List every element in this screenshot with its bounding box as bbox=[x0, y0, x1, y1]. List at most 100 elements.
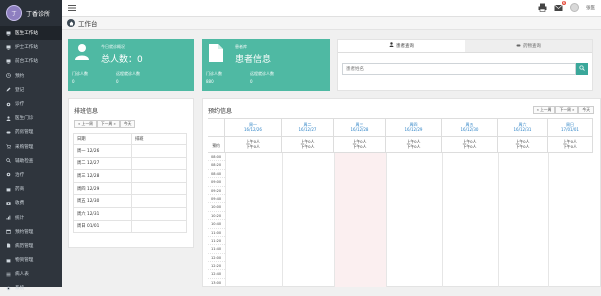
tab-patient-label: 患者查询 bbox=[396, 43, 414, 49]
time-slot-label: 09:40 bbox=[208, 195, 225, 204]
schedule-shift-cell[interactable] bbox=[131, 144, 187, 158]
clinic-logo: 丁 bbox=[6, 5, 22, 21]
search-icon bbox=[579, 65, 585, 73]
page-header: 工作台 bbox=[62, 17, 601, 30]
time-slot-label: 11:20 bbox=[208, 237, 225, 246]
notification-badge: 6 bbox=[561, 1, 566, 5]
sidebar-item[interactable]: 登记 bbox=[0, 83, 62, 97]
user-icon bbox=[6, 116, 11, 121]
schedule-shift-cell[interactable] bbox=[131, 206, 187, 221]
schedule-today-button[interactable]: 今天 bbox=[119, 120, 136, 128]
sidebar-item[interactable]: 医生工作站 bbox=[0, 26, 62, 41]
day-column[interactable] bbox=[282, 153, 334, 287]
today-right-value: 0 bbox=[116, 79, 119, 84]
sidebar-item-label: 护士工作站 bbox=[15, 45, 38, 51]
day-date: 16/12/28 bbox=[350, 127, 369, 132]
edit-icon bbox=[6, 87, 11, 92]
sidebar-item[interactable]: 辅助检查 bbox=[0, 154, 62, 168]
sidebar-item-label: 药房管理 bbox=[15, 130, 34, 136]
sidebar-item[interactable]: 采购管理 bbox=[0, 140, 62, 154]
day-column[interactable] bbox=[498, 153, 548, 287]
sidebar-item[interactable]: 药商 bbox=[0, 182, 62, 196]
today-visits-card[interactable]: 今日就诊概况 总人数：0 门诊人数 0 远程就诊人数 0 bbox=[68, 39, 194, 91]
sidebar-item[interactable]: 收费 bbox=[0, 196, 62, 210]
sidebar-item[interactable]: 统计 bbox=[0, 210, 62, 224]
appointment-prev-week-button[interactable]: « 上一周 bbox=[532, 106, 556, 114]
search-button[interactable] bbox=[576, 63, 588, 75]
pill-icon bbox=[6, 130, 11, 135]
table-row: 周四 12/29 bbox=[73, 181, 187, 196]
schedule-shift-cell[interactable] bbox=[131, 194, 187, 208]
patients-card[interactable]: 患者库 患者信息 门诊人数 880 远程就诊人数 0 bbox=[202, 39, 330, 91]
afternoon-count: 下午0人 bbox=[563, 144, 577, 149]
sidebar-item[interactable]: 预约管理 bbox=[0, 225, 62, 239]
time-slot-label: 12:40 bbox=[208, 270, 225, 279]
sidebar-item[interactable]: 病历管理 bbox=[0, 239, 62, 253]
user-name[interactable]: 张医 bbox=[586, 5, 595, 11]
day-column[interactable] bbox=[548, 153, 593, 287]
sidebar-item[interactable]: 治疗 bbox=[0, 168, 62, 182]
schedule-date-cell: 周一 12/26 bbox=[73, 144, 132, 158]
appointment-next-week-button[interactable]: 下一周 » bbox=[555, 106, 579, 114]
schedule-prev-week-button[interactable]: « 上一周 bbox=[74, 120, 97, 128]
menu-toggle-icon[interactable] bbox=[68, 4, 76, 12]
user-avatar[interactable] bbox=[570, 3, 579, 12]
schedule-shift-cell[interactable] bbox=[131, 181, 187, 196]
tab-drug-search[interactable]: 药物查询 bbox=[465, 40, 592, 52]
today-left-label: 门诊人数 bbox=[72, 71, 88, 76]
schedule-shift-cell[interactable] bbox=[131, 219, 187, 234]
top-bar: 6 张医 bbox=[62, 0, 601, 17]
appointment-today-button[interactable]: 今天 bbox=[578, 106, 594, 114]
home-icon[interactable] bbox=[67, 19, 75, 27]
sidebar-item[interactable]: 诊疗 bbox=[0, 97, 62, 111]
tab-patient-search[interactable]: 患者查询 bbox=[338, 40, 465, 52]
time-slot-label: 12:20 bbox=[208, 262, 225, 271]
afternoon-count: 下午0人 bbox=[462, 144, 477, 149]
schedule-shift-cell[interactable] bbox=[131, 169, 187, 183]
schedule-date-cell: 周二 12/27 bbox=[73, 156, 132, 171]
time-slot-label: 13:00 bbox=[208, 279, 225, 288]
day-column[interactable] bbox=[442, 153, 498, 287]
sidebar-item[interactable]: 护士工作站 bbox=[0, 40, 62, 54]
day-summary: 上午0人 下午0人 bbox=[498, 137, 548, 152]
sidebar-item-label: 医生工作站 bbox=[15, 31, 38, 37]
sidebar-item[interactable]: 物资管理 bbox=[0, 253, 62, 267]
sidebar-item[interactable]: 医生门诊 bbox=[0, 111, 62, 125]
afternoon-count: 下午0人 bbox=[515, 144, 530, 149]
schedule-title: 排班信息 bbox=[74, 108, 99, 115]
printer-icon[interactable] bbox=[538, 3, 547, 12]
users-icon bbox=[74, 43, 90, 63]
sidebar-item-label: 登记 bbox=[15, 87, 25, 93]
sidebar-item-label: 预约 bbox=[15, 73, 25, 79]
time-slot-label: 12:00 bbox=[208, 254, 225, 263]
box-icon bbox=[6, 258, 11, 263]
search-panel: 患者查询 药物查询 bbox=[337, 39, 593, 91]
afternoon-count: 下午0人 bbox=[246, 144, 260, 149]
sidebar-item-label: 病人表 bbox=[15, 272, 29, 278]
day-column[interactable] bbox=[225, 153, 282, 287]
patients-left-value: 880 bbox=[206, 79, 214, 84]
day-column[interactable] bbox=[386, 153, 442, 287]
time-column: 08:00 08:20 08:40 09:00 09:20 09:40 10:00 10:20… bbox=[208, 153, 225, 288]
sidebar-item[interactable]: 系统 bbox=[0, 281, 62, 295]
time-slot-label: 09:20 bbox=[208, 187, 225, 195]
schedule-table: 日期 排班 周一 12/26 周二 12/27 周三 12/28 周四 12/29 周五… bbox=[73, 133, 187, 234]
day-column[interactable] bbox=[334, 153, 386, 287]
mail-icon[interactable]: 6 bbox=[554, 1, 566, 12]
patient-search-input[interactable] bbox=[342, 63, 576, 75]
schedule-next-week-button[interactable]: 下一周 » bbox=[96, 120, 120, 128]
page-title: 工作台 bbox=[78, 20, 98, 28]
sidebar-item-label: 辅助检查 bbox=[15, 158, 34, 164]
tab-drug-label: 药物查询 bbox=[523, 44, 541, 49]
day-date: 16/12/27 bbox=[298, 127, 317, 132]
day-date: 16/12/30 bbox=[460, 127, 479, 132]
box-icon bbox=[6, 187, 11, 192]
logo-text: 丁 bbox=[11, 10, 17, 17]
sidebar-item-label: 系统 bbox=[15, 286, 25, 292]
sidebar-item[interactable]: 预约 bbox=[0, 69, 62, 83]
sidebar-item[interactable]: 病人表 bbox=[0, 267, 62, 281]
patients-right-value: 0 bbox=[250, 79, 253, 84]
schedule-shift-cell[interactable] bbox=[131, 156, 187, 171]
sidebar-item[interactable]: 药房管理 bbox=[0, 125, 62, 139]
sidebar-item[interactable]: 前台工作站 bbox=[0, 54, 62, 68]
